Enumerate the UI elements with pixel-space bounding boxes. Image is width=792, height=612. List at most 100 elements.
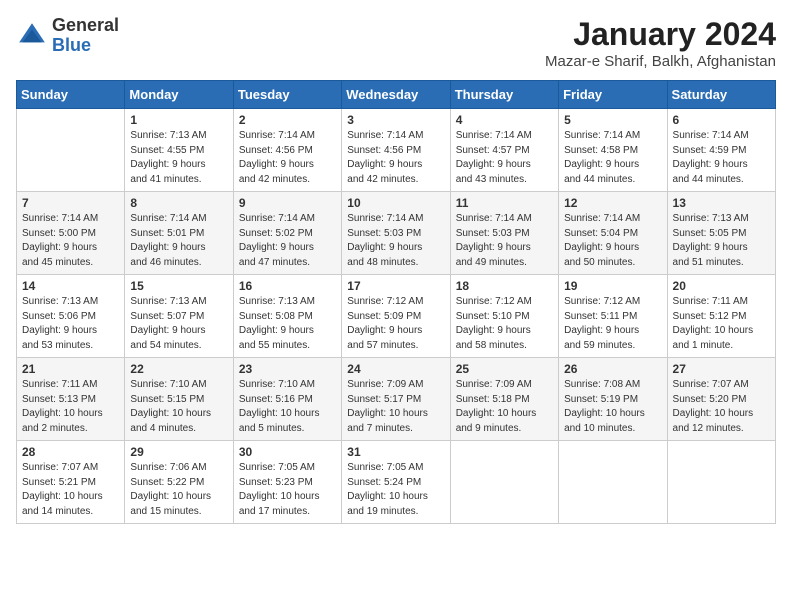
calendar-cell: 19Sunrise: 7:12 AM Sunset: 5:11 PM Dayli…: [559, 275, 667, 358]
calendar-table: SundayMondayTuesdayWednesdayThursdayFrid…: [16, 80, 776, 524]
calendar-cell: 5 Sunrise: 7:14 AM Sunset: 4:58 PM Daylig…: [559, 109, 667, 192]
header-cell-sunday: Sunday: [17, 81, 125, 109]
header-cell-wednesday: Wednesday: [342, 81, 450, 109]
day-number: 8: [130, 196, 227, 210]
cell-content: Sunrise: 7:07 AM Sunset: 5:20 PM Dayligh…: [673, 378, 770, 436]
calendar-cell: 13 Sunrise: 7:13 AM Sunset: 5:05 PM Dayli…: [667, 192, 775, 275]
cell-content: Sunrise: 7:14 AM Sunset: 5:04 PM Dayligh…: [564, 212, 661, 270]
cell-content: Sunrise: 7:12 AM Sunset: 5:09 PM Dayligh…: [347, 295, 444, 353]
cell-content: Sunrise: 7:13 AM Sunset: 4:55 PM Dayligh…: [130, 129, 227, 187]
cell-content: Sunrise: 7:05 AM Sunset: 5:23 PM Dayligh…: [239, 461, 336, 519]
calendar-cell: 1Sunrise: 7:13 AM Sunset: 4:55 PM Daylig…: [125, 109, 233, 192]
day-number: 31: [347, 445, 444, 459]
cell-content: Sunrise: 7:09 AM Sunset: 5:17 PM Dayligh…: [347, 378, 444, 436]
day-number: 25: [456, 362, 553, 376]
header-cell-monday: Monday: [125, 81, 233, 109]
day-number: 17: [347, 279, 444, 293]
cell-content: Sunrise: 7:05 AM Sunset: 5:24 PM Dayligh…: [347, 461, 444, 519]
day-number: 13: [673, 196, 770, 210]
page-title: January 2024: [545, 16, 776, 53]
day-number: 6: [673, 113, 770, 127]
calendar-week-1: 1Sunrise: 7:13 AM Sunset: 4:55 PM Daylig…: [17, 109, 776, 192]
header-cell-tuesday: Tuesday: [233, 81, 341, 109]
calendar-cell: [559, 441, 667, 524]
calendar-cell: [17, 109, 125, 192]
cell-content: Sunrise: 7:14 AM Sunset: 4:58 PM Dayligh…: [564, 129, 661, 187]
calendar-cell: 8 Sunrise: 7:14 AM Sunset: 5:01 PM Daylig…: [125, 192, 233, 275]
header-cell-friday: Friday: [559, 81, 667, 109]
day-number: 2: [239, 113, 336, 127]
calendar-cell: 22 Sunrise: 7:10 AM Sunset: 5:15 PM Dayli…: [125, 358, 233, 441]
day-number: 22: [130, 362, 227, 376]
logo-icon: [16, 20, 48, 52]
calendar-cell: 7Sunrise: 7:14 AM Sunset: 5:00 PM Daylig…: [17, 192, 125, 275]
cell-content: Sunrise: 7:14 AM Sunset: 5:02 PM Dayligh…: [239, 212, 336, 270]
day-number: 23: [239, 362, 336, 376]
calendar-cell: 14 Sunrise: 7:13 AM Sunset: 5:06 PM Dayli…: [17, 275, 125, 358]
cell-content: Sunrise: 7:14 AM Sunset: 4:56 PM Dayligh…: [347, 129, 444, 187]
cell-content: Sunrise: 7:07 AM Sunset: 5:21 PM Dayligh…: [22, 461, 119, 519]
calendar-week-5: 28 Sunrise: 7:07 AM Sunset: 5:21 PM Dayli…: [17, 441, 776, 524]
day-number: 29: [130, 445, 227, 459]
calendar-cell: 31 Sunrise: 7:05 AM Sunset: 5:24 PM Dayli…: [342, 441, 450, 524]
cell-content: Sunrise: 7:12 AM Sunset: 5:11 PM Dayligh…: [564, 295, 661, 353]
day-number: 15: [130, 279, 227, 293]
calendar-cell: 4Sunrise: 7:14 AM Sunset: 4:57 PM Daylig…: [450, 109, 558, 192]
logo-line2: Blue: [52, 36, 119, 56]
cell-content: Sunrise: 7:08 AM Sunset: 5:19 PM Dayligh…: [564, 378, 661, 436]
header-row: SundayMondayTuesdayWednesdayThursdayFrid…: [17, 81, 776, 109]
day-number: 21: [22, 362, 119, 376]
calendar-week-3: 14 Sunrise: 7:13 AM Sunset: 5:06 PM Dayli…: [17, 275, 776, 358]
day-number: 10: [347, 196, 444, 210]
cell-content: Sunrise: 7:13 AM Sunset: 5:05 PM Dayligh…: [673, 212, 770, 270]
day-number: 24: [347, 362, 444, 376]
calendar-cell: 24 Sunrise: 7:09 AM Sunset: 5:17 PM Dayli…: [342, 358, 450, 441]
cell-content: Sunrise: 7:06 AM Sunset: 5:22 PM Dayligh…: [130, 461, 227, 519]
cell-content: Sunrise: 7:10 AM Sunset: 5:16 PM Dayligh…: [239, 378, 336, 436]
header-cell-saturday: Saturday: [667, 81, 775, 109]
calendar-cell: 15 Sunrise: 7:13 AM Sunset: 5:07 PM Dayli…: [125, 275, 233, 358]
cell-content: Sunrise: 7:14 AM Sunset: 4:59 PM Dayligh…: [673, 129, 770, 187]
day-number: 5: [564, 113, 661, 127]
calendar-cell: 27 Sunrise: 7:07 AM Sunset: 5:20 PM Dayli…: [667, 358, 775, 441]
cell-content: Sunrise: 7:09 AM Sunset: 5:18 PM Dayligh…: [456, 378, 553, 436]
day-number: 26: [564, 362, 661, 376]
calendar-cell: 26 Sunrise: 7:08 AM Sunset: 5:19 PM Dayli…: [559, 358, 667, 441]
cell-content: Sunrise: 7:13 AM Sunset: 5:07 PM Dayligh…: [130, 295, 227, 353]
day-number: 3: [347, 113, 444, 127]
calendar-cell: [667, 441, 775, 524]
calendar-cell: 9Sunrise: 7:14 AM Sunset: 5:02 PM Daylig…: [233, 192, 341, 275]
calendar-cell: 10Sunrise: 7:14 AM Sunset: 5:03 PM Dayli…: [342, 192, 450, 275]
calendar-cell: 16Sunrise: 7:13 AM Sunset: 5:08 PM Dayli…: [233, 275, 341, 358]
calendar-cell: 12Sunrise: 7:14 AM Sunset: 5:04 PM Dayli…: [559, 192, 667, 275]
logo: General Blue: [16, 16, 119, 56]
day-number: 28: [22, 445, 119, 459]
calendar-cell: 18Sunrise: 7:12 AM Sunset: 5:10 PM Dayli…: [450, 275, 558, 358]
calendar-cell: [450, 441, 558, 524]
calendar-cell: 6 Sunrise: 7:14 AM Sunset: 4:59 PM Daylig…: [667, 109, 775, 192]
day-number: 11: [456, 196, 553, 210]
calendar-cell: 25 Sunrise: 7:09 AM Sunset: 5:18 PM Dayli…: [450, 358, 558, 441]
cell-content: Sunrise: 7:10 AM Sunset: 5:15 PM Dayligh…: [130, 378, 227, 436]
header-cell-thursday: Thursday: [450, 81, 558, 109]
day-number: 27: [673, 362, 770, 376]
cell-content: Sunrise: 7:11 AM Sunset: 5:12 PM Dayligh…: [673, 295, 770, 353]
day-number: 7: [22, 196, 119, 210]
calendar-cell: 2Sunrise: 7:14 AM Sunset: 4:56 PM Daylig…: [233, 109, 341, 192]
day-number: 20: [673, 279, 770, 293]
cell-content: Sunrise: 7:12 AM Sunset: 5:10 PM Dayligh…: [456, 295, 553, 353]
calendar-cell: 3 Sunrise: 7:14 AM Sunset: 4:56 PM Daylig…: [342, 109, 450, 192]
logo-line1: General: [52, 16, 119, 36]
calendar-cell: 11 Sunrise: 7:14 AM Sunset: 5:03 PM Dayli…: [450, 192, 558, 275]
calendar-cell: 23 Sunrise: 7:10 AM Sunset: 5:16 PM Dayli…: [233, 358, 341, 441]
page-subtitle: Mazar-e Sharif, Balkh, Afghanistan: [545, 53, 776, 70]
cell-content: Sunrise: 7:14 AM Sunset: 5:03 PM Dayligh…: [456, 212, 553, 270]
cell-content: Sunrise: 7:11 AM Sunset: 5:13 PM Dayligh…: [22, 378, 119, 436]
calendar-cell: 30Sunrise: 7:05 AM Sunset: 5:23 PM Dayli…: [233, 441, 341, 524]
calendar-cell: 20 Sunrise: 7:11 AM Sunset: 5:12 PM Dayli…: [667, 275, 775, 358]
day-number: 16: [239, 279, 336, 293]
day-number: 14: [22, 279, 119, 293]
calendar-cell: 28 Sunrise: 7:07 AM Sunset: 5:21 PM Dayli…: [17, 441, 125, 524]
cell-content: Sunrise: 7:13 AM Sunset: 5:06 PM Dayligh…: [22, 295, 119, 353]
cell-content: Sunrise: 7:14 AM Sunset: 5:01 PM Dayligh…: [130, 212, 227, 270]
